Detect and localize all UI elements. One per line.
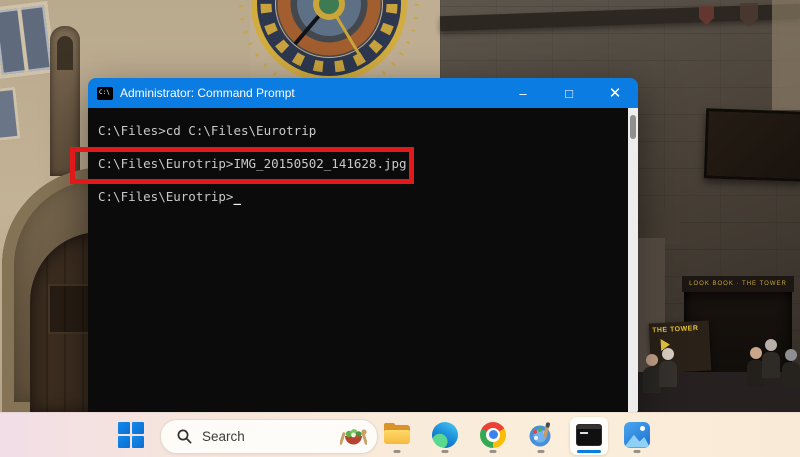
wallpaper-window: [0, 0, 57, 80]
start-button[interactable]: [118, 422, 144, 448]
scrollbar-thumb[interactable]: [630, 115, 636, 139]
taskbar-app-command-prompt[interactable]: [570, 416, 608, 455]
search-box[interactable]: Search: [160, 419, 378, 454]
wallpaper-light-patch: [772, 0, 800, 110]
wallpaper-person: [659, 348, 677, 387]
wallpaper-door-sign: LOOK BOOK · THE TOWER: [682, 276, 794, 292]
taskbar-app-edge[interactable]: [430, 416, 460, 454]
terminal-cursor: _: [233, 190, 241, 205]
wallpaper-person: [762, 339, 780, 378]
window-title: Administrator: Command Prompt: [120, 86, 295, 100]
wallpaper-memorial-plaque: [703, 108, 800, 182]
taskbar-app-dock: [380, 412, 652, 457]
active-indicator: [577, 449, 601, 453]
running-indicator: [633, 449, 641, 453]
file-explorer-icon: [384, 422, 410, 445]
edge-icon: [432, 421, 458, 448]
annotation-red-rectangle: [70, 147, 414, 184]
taskbar-app-paint[interactable]: [526, 416, 556, 454]
terminal-prompt-line: C:\Files\Eurotrip>_: [98, 188, 618, 205]
salad-bowl-icon: [340, 426, 367, 448]
maximize-button[interactable]: □: [546, 78, 592, 108]
minimize-button[interactable]: –: [500, 78, 546, 108]
taskbar-app-chrome[interactable]: [478, 416, 508, 454]
terminal-scrollbar[interactable]: [628, 108, 638, 413]
tower-sign-text: THE TOWER: [651, 325, 699, 335]
search-placeholder: Search: [202, 429, 245, 444]
photos-icon: [624, 421, 650, 448]
taskbar-app-file-explorer[interactable]: [382, 416, 412, 454]
running-indicator: [537, 449, 545, 453]
wallpaper-person: [782, 349, 800, 388]
terminal-line: C:\Files>cd C:\Files\Eurotrip: [98, 123, 317, 138]
terminal-prompt-text: C:\Files\Eurotrip>: [98, 189, 234, 204]
command-prompt-icon: [576, 423, 602, 446]
paint-icon: [529, 421, 551, 446]
taskbar-app-photos[interactable]: [622, 416, 652, 454]
search-icon: [177, 429, 192, 444]
running-indicator: [489, 449, 497, 453]
chrome-icon: [480, 421, 506, 448]
running-indicator: [393, 449, 401, 453]
desktop: LOOK BOOK · THE TOWER THE TOWER C:\ Admi…: [0, 0, 800, 457]
running-indicator: [441, 449, 449, 453]
cmd-icon: C:\: [97, 86, 113, 100]
door-sign-text: LOOK BOOK · THE TOWER: [689, 281, 787, 287]
command-prompt-window: C:\ Administrator: Command Prompt – □ ✕ …: [88, 78, 638, 413]
close-button[interactable]: ✕: [592, 78, 638, 108]
windows-logo-icon: [118, 422, 130, 434]
window-titlebar[interactable]: C:\ Administrator: Command Prompt – □ ✕: [88, 78, 638, 108]
